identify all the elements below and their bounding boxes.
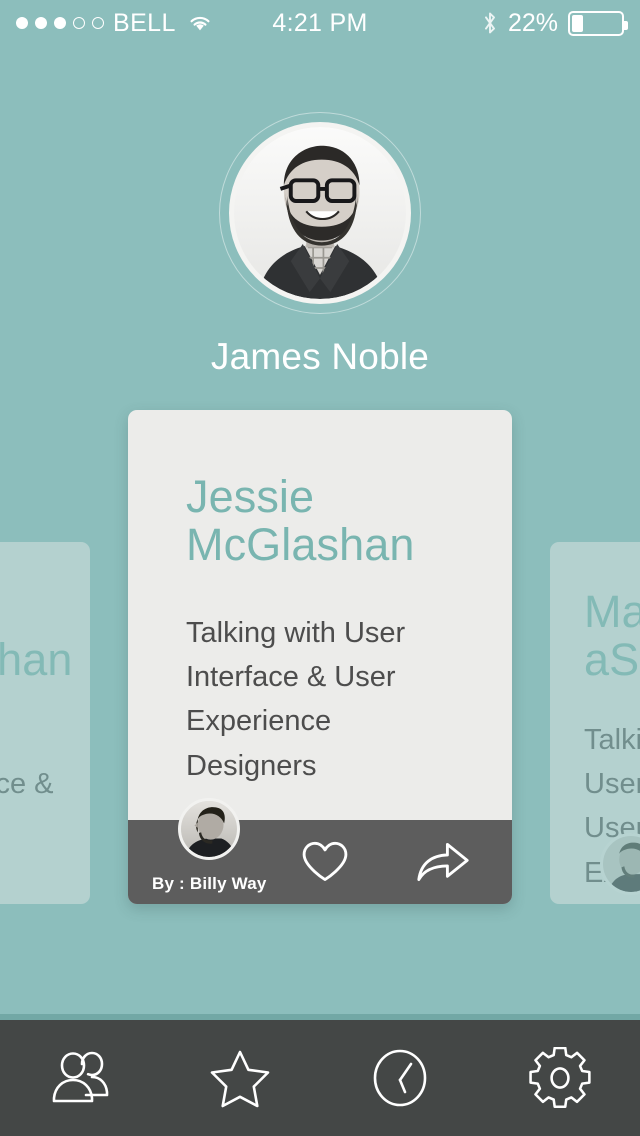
card-body: Jessie McGlashan Talking with User Inter… (128, 410, 512, 820)
author-avatar-icon (181, 801, 238, 857)
gear-icon (529, 1047, 591, 1108)
card-actions (300, 820, 472, 904)
avatar[interactable] (229, 122, 411, 304)
tab-recent[interactable] (320, 1020, 480, 1136)
heart-icon[interactable] (300, 840, 350, 884)
card-title: Jessie McGlashan (186, 471, 415, 571)
author-avatar-icon (603, 835, 640, 892)
card-previous[interactable]: Jessie McGlashan Talking with User Inter… (0, 542, 90, 904)
bluetooth-icon (485, 12, 495, 34)
card-description: Talking with User Interface & User Exper… (0, 768, 54, 801)
battery-icon (568, 10, 628, 36)
share-arrow-icon[interactable] (414, 840, 472, 884)
author-avatar[interactable] (178, 798, 241, 860)
clock-icon (373, 1049, 427, 1107)
page-title: James Noble (210, 336, 430, 377)
author-name: By : Billy Way (152, 874, 267, 893)
card-title: Jessie McGlashan (0, 634, 73, 686)
clock-label: 4:21 PM (272, 8, 368, 37)
card-author: By : Billy Way (152, 798, 267, 894)
battery-fill (572, 14, 583, 32)
card-description: Talking with User Interface & User Exper… (186, 617, 406, 782)
card-current[interactable]: Jessie McGlashan Talking with User Inter… (128, 410, 512, 904)
tab-settings[interactable] (480, 1020, 640, 1136)
tab-contacts[interactable] (0, 1020, 160, 1136)
battery-percent-label: 22% (507, 8, 558, 37)
app-screen: BELL 4:21 PM 22% James Noble han ce & Ma… (0, 0, 640, 1136)
card-next[interactable]: Mark aShepherd Talking with User Interfa… (550, 542, 640, 904)
people-icon (52, 1051, 109, 1103)
card-title: Mark aShepherd (584, 586, 640, 686)
tab-favorites[interactable] (160, 1020, 320, 1136)
status-bar-right: 22% (482, 0, 628, 46)
card-deck[interactable]: Jessie McGlashan Talking with User Inter… (0, 410, 640, 906)
profile-avatar-icon (234, 127, 406, 299)
tab-bar (0, 1020, 640, 1136)
status-bar: BELL 4:21 PM 22% (0, 0, 640, 46)
avatar-outer-ring (219, 112, 421, 314)
star-icon (210, 1050, 270, 1108)
card-footer: By : Billy Way (128, 798, 512, 904)
card-body: Jessie McGlashan Talking with User Inter… (0, 542, 90, 904)
profile-header: James Noble (0, 112, 640, 378)
